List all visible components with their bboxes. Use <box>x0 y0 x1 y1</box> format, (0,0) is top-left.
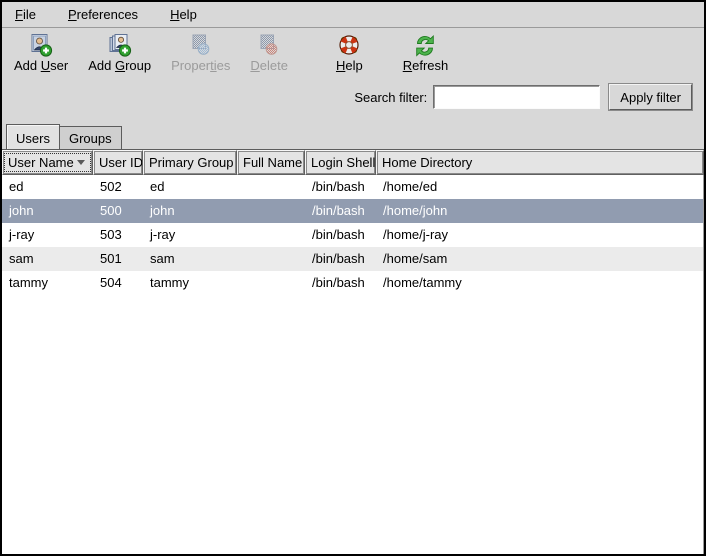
properties-button[interactable]: Properties <box>165 31 236 75</box>
table-row-j-ray[interactable]: j-ray 503 j-ray /bin/bash /home/j-ray <box>2 223 703 247</box>
user-manager-window: File Preferences Help Add User <box>0 0 706 556</box>
tab-groups[interactable]: Groups <box>60 126 122 149</box>
table-body: ed 502 ed /bin/bash /home/ed john 500 jo… <box>2 175 704 554</box>
add-group-label: Add Group <box>88 58 151 73</box>
search-filter-label: Search filter: <box>354 90 427 105</box>
menu-help[interactable]: Help <box>161 3 206 26</box>
refresh-icon <box>413 33 437 57</box>
delete-label: Delete <box>250 58 288 73</box>
tab-users[interactable]: Users <box>6 124 60 149</box>
sort-descending-icon <box>77 160 85 165</box>
add-user-button[interactable]: Add User <box>8 31 74 75</box>
column-header-home-directory[interactable]: Home Directory <box>376 150 704 175</box>
properties-label: Properties <box>171 58 230 73</box>
menu-preferences[interactable]: Preferences <box>59 3 147 26</box>
add-user-label: Add User <box>14 58 68 73</box>
help-icon <box>337 33 361 57</box>
toolbar: Add User Add Group <box>2 28 704 79</box>
column-header-full-name[interactable]: Full Name <box>237 150 305 175</box>
table-header: User Name User ID Primary Group Full Nam… <box>2 150 704 175</box>
refresh-button[interactable]: Refresh <box>397 31 455 75</box>
spacer <box>2 115 704 123</box>
table-row-sam[interactable]: sam 501 sam /bin/bash /home/sam <box>2 247 703 271</box>
column-header-user-name[interactable]: User Name <box>2 150 93 175</box>
delete-icon <box>257 33 281 57</box>
tabstrip: Users Groups <box>2 123 704 149</box>
column-header-login-shell[interactable]: Login Shell <box>305 150 376 175</box>
refresh-label: Refresh <box>403 58 449 73</box>
table-row-john-selected[interactable]: john 500 john /bin/bash /home/john <box>2 199 703 223</box>
menu-file[interactable]: File <box>6 3 45 26</box>
apply-filter-button[interactable]: Apply filter <box>609 84 692 110</box>
help-button[interactable]: Help <box>330 31 369 75</box>
users-table: User Name User ID Primary Group Full Nam… <box>2 149 704 554</box>
table-row-tammy[interactable]: tammy 504 tammy /bin/bash /home/tammy <box>2 271 703 295</box>
column-header-primary-group[interactable]: Primary Group <box>143 150 237 175</box>
menubar: File Preferences Help <box>2 2 704 28</box>
delete-button[interactable]: Delete <box>244 31 294 75</box>
column-header-user-id[interactable]: User ID <box>93 150 143 175</box>
search-filter-input[interactable] <box>433 85 600 109</box>
help-label: Help <box>336 58 363 73</box>
search-filter-row: Search filter: Apply filter <box>2 79 704 115</box>
table-row-ed[interactable]: ed 502 ed /bin/bash /home/ed <box>2 175 703 199</box>
add-group-icon <box>108 33 132 57</box>
properties-icon <box>189 33 213 57</box>
add-group-button[interactable]: Add Group <box>82 31 157 75</box>
add-user-icon <box>29 33 53 57</box>
